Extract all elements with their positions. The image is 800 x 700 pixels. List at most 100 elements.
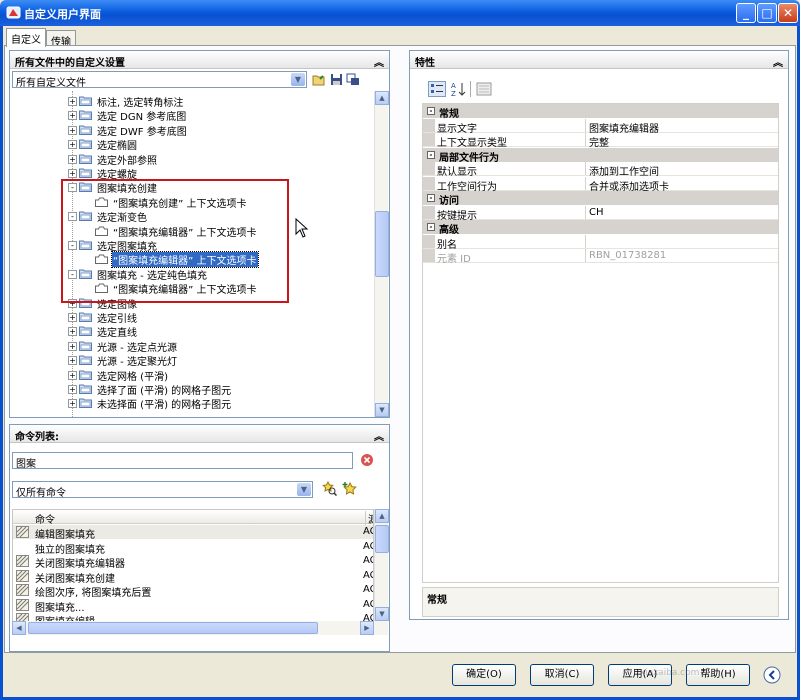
expand-icon[interactable]: + bbox=[68, 313, 77, 322]
property-grid: - 常规 显示文字 图案填充编辑器 上下文显示类型 完整 - 局部文件行为 默认显示 添加到工作空… bbox=[422, 103, 779, 583]
property-category[interactable]: - 高级 bbox=[423, 220, 778, 236]
scroll-down-icon[interactable]: ▼ bbox=[375, 403, 389, 417]
property-row[interactable]: 上下文显示类型 完整 bbox=[423, 133, 778, 149]
expand-icon[interactable]: + bbox=[68, 154, 77, 164]
property-row[interactable]: 默认显示 添加到工作空间 bbox=[423, 162, 778, 178]
expand-icon[interactable]: + bbox=[68, 125, 77, 135]
column-header-command[interactable]: 命令 bbox=[35, 511, 55, 526]
folder-icon bbox=[79, 340, 92, 351]
new-command-icon[interactable] bbox=[342, 481, 357, 496]
property-row[interactable]: 别名 bbox=[423, 234, 778, 251]
command-row[interactable]: 独立的图案填充AC bbox=[13, 540, 373, 556]
tree-item[interactable]: + 选定外部参照 bbox=[11, 152, 371, 167]
chevron-down-icon[interactable]: ▼ bbox=[297, 483, 311, 496]
tree-item[interactable]: + 选择了面 (平滑) 的网格子图元 bbox=[11, 382, 371, 397]
column-header-source[interactable]: 源 bbox=[365, 511, 373, 526]
tree-item[interactable]: + 选定螺旋 bbox=[11, 166, 371, 181]
column-divider bbox=[585, 176, 586, 190]
command-row[interactable]: 图案填充...AC bbox=[13, 598, 373, 614]
collapse-chevron-icon[interactable]: ︽ bbox=[773, 54, 783, 69]
tree-scroll-thumb[interactable] bbox=[375, 211, 389, 277]
tree-item[interactable]: + 未选择面 (平滑) 的网格子图元 bbox=[11, 396, 371, 411]
command-list-scrollbar[interactable]: ▲ ▼ bbox=[374, 509, 389, 621]
command-row[interactable]: 编辑图案填充AC bbox=[13, 525, 373, 541]
tree-item-label: 选择了面 (平滑) 的网格子图元 bbox=[97, 386, 232, 397]
collapse-icon[interactable]: - bbox=[427, 150, 435, 159]
tree-item[interactable]: + 选定椭圆 bbox=[11, 137, 371, 152]
property-row[interactable]: 按键提示 CH bbox=[423, 205, 778, 222]
load-partial-icon[interactable] bbox=[346, 73, 360, 86]
expand-icon[interactable]: + bbox=[68, 111, 77, 121]
customization-file-select[interactable]: 所有自定义文件 ▼ bbox=[12, 71, 307, 89]
close-button[interactable]: ✕ bbox=[778, 3, 798, 23]
collapse-chevron-icon[interactable]: ︽ bbox=[374, 54, 384, 69]
command-filter-select[interactable]: 仅所有命令 ▼ bbox=[12, 481, 313, 499]
expand-icon[interactable]: + bbox=[68, 399, 77, 409]
tree-item[interactable]: + 标注, 选定转角标注 bbox=[11, 94, 371, 109]
property-category[interactable]: - 访问 bbox=[423, 191, 778, 207]
tree-item[interactable]: + 光源 - 选定聚光灯 bbox=[11, 353, 371, 368]
expand-icon[interactable]: + bbox=[68, 327, 77, 337]
cancel-button[interactable]: 取消(C) bbox=[530, 664, 594, 686]
find-command-icon[interactable] bbox=[322, 481, 337, 496]
scroll-down-icon[interactable]: ▼ bbox=[375, 607, 389, 621]
save-icon[interactable] bbox=[330, 73, 343, 86]
chevron-down-icon[interactable]: ▼ bbox=[291, 73, 305, 86]
tree-item[interactable]: + 选定网格 (平滑) bbox=[11, 368, 371, 383]
property-category[interactable]: - 局部文件行为 bbox=[423, 147, 778, 164]
property-row[interactable]: 元素 ID RBN_01738281 bbox=[423, 249, 778, 265]
hatch-edit-icon bbox=[16, 526, 29, 538]
property-value[interactable]: CH bbox=[589, 207, 604, 218]
customization-file-value: 所有自定义文件 bbox=[16, 78, 86, 89]
expand-icon[interactable]: + bbox=[68, 370, 77, 380]
scroll-right-icon[interactable]: ▶ bbox=[360, 621, 374, 635]
expand-icon[interactable]: + bbox=[68, 341, 77, 351]
command-row[interactable]: 绘图次序, 将图案填充后置AC bbox=[13, 583, 373, 599]
sort-alphabetical-icon[interactable]: AZ bbox=[450, 81, 466, 97]
property-pages-icon[interactable] bbox=[476, 82, 492, 96]
expand-icon[interactable]: + bbox=[68, 97, 77, 106]
tree-item-label: 光源 - 选定点光源 bbox=[97, 342, 177, 354]
tree-item[interactable]: + 光源 - 选定点光源 bbox=[11, 339, 371, 354]
row-gutter bbox=[423, 205, 435, 219]
expand-icon[interactable]: + bbox=[68, 356, 77, 366]
title-bar[interactable]: 自定义用户界面 _ □ ✕ bbox=[0, 0, 800, 26]
minimize-button[interactable]: _ bbox=[736, 3, 756, 23]
collapse-left-icon[interactable] bbox=[763, 666, 781, 684]
tab-customize[interactable]: 自定义 bbox=[6, 28, 46, 47]
tree-scrollbar[interactable]: ▲ ▼ bbox=[374, 91, 389, 417]
scroll-up-icon[interactable]: ▲ bbox=[375, 91, 389, 105]
expand-icon[interactable]: + bbox=[68, 385, 77, 394]
collapse-icon[interactable]: - bbox=[427, 107, 435, 115]
tree-item[interactable]: + 选定直线 bbox=[11, 324, 371, 340]
expand-icon[interactable]: + bbox=[68, 169, 77, 178]
collapse-icon[interactable]: - bbox=[427, 194, 435, 202]
command-hscroll-thumb[interactable] bbox=[28, 622, 318, 634]
scroll-up-icon[interactable]: ▲ bbox=[375, 509, 389, 523]
property-row[interactable]: 工作空间行为 合并或添加选项卡 bbox=[423, 176, 778, 193]
tree-item-label: 选定直线 bbox=[97, 328, 137, 340]
command-list: 命令 源 编辑图案填充AC独立的图案填充AC关闭图案填充编辑器AC关闭图案填充创… bbox=[12, 509, 374, 635]
folder-icon bbox=[79, 354, 92, 366]
tree-item[interactable]: + 选定引线 bbox=[11, 310, 371, 325]
command-search-input[interactable]: 图案 bbox=[12, 452, 353, 470]
command-row[interactable]: 关闭图案填充创建AC bbox=[13, 569, 373, 585]
tree-item[interactable]: + 选定 DWF 参考底图 bbox=[11, 123, 371, 138]
property-category[interactable]: - 常规 bbox=[423, 104, 778, 120]
clear-search-icon[interactable] bbox=[360, 453, 374, 467]
open-file-icon[interactable] bbox=[312, 73, 326, 86]
property-description: 常规 bbox=[422, 587, 779, 617]
property-row[interactable]: 显示文字 图案填充编辑器 bbox=[423, 118, 778, 135]
ok-button[interactable]: 确定(O) bbox=[452, 664, 516, 686]
maximize-button[interactable]: □ bbox=[757, 3, 777, 23]
command-scroll-thumb[interactable] bbox=[375, 525, 389, 553]
scroll-left-icon[interactable]: ◀ bbox=[12, 621, 26, 635]
command-row[interactable]: 关闭图案填充编辑器AC bbox=[13, 554, 373, 570]
command-list-hscrollbar[interactable]: ◀ ▶ bbox=[12, 621, 388, 635]
collapse-icon[interactable]: - bbox=[427, 223, 435, 231]
collapse-chevron-icon[interactable]: ︽ bbox=[374, 428, 384, 443]
tree-item[interactable]: + 选定 DGN 参考底图 bbox=[11, 108, 371, 123]
property-value[interactable]: RBN_01738281 bbox=[589, 250, 666, 261]
categorized-view-icon[interactable] bbox=[428, 81, 446, 97]
expand-icon[interactable]: + bbox=[68, 140, 77, 150]
